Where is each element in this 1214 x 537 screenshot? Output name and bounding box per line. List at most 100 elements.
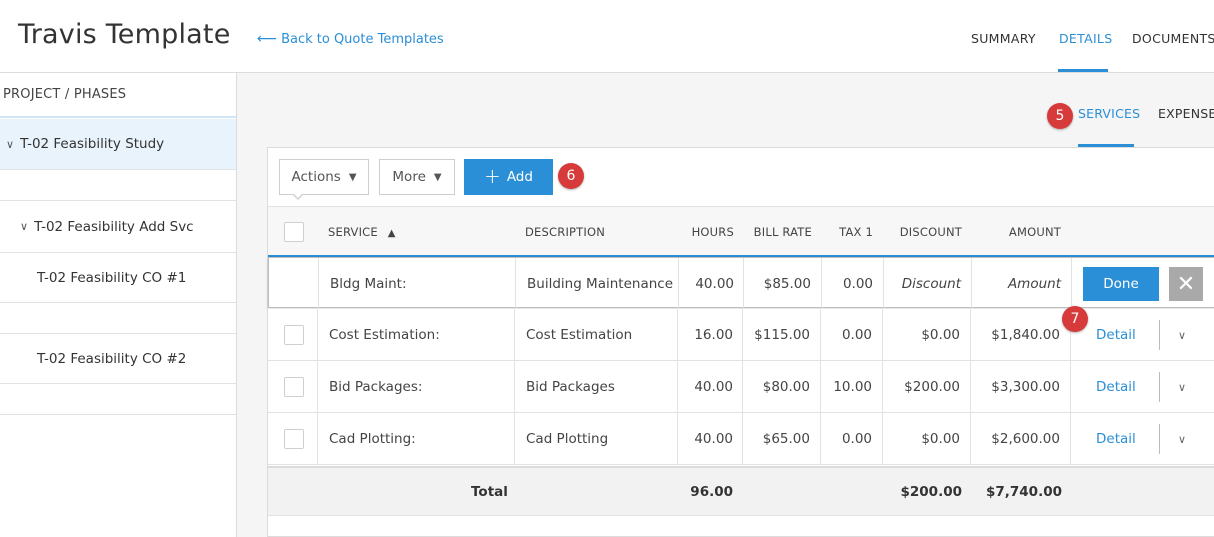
tax1-cell: 10.00 — [833, 379, 872, 395]
tab-summary[interactable]: SUMMARY — [971, 31, 1036, 46]
description-input[interactable]: Building Maintenance — [527, 258, 673, 310]
done-button[interactable]: Done — [1083, 267, 1159, 301]
total-row: Total 96.00 $200.00 $7,740.00 — [268, 466, 1214, 516]
service-cell: Bid Packages: — [329, 379, 423, 395]
cell-divider — [1071, 258, 1072, 310]
phase-item-feasibility-add-svc[interactable]: ∨ T-02 Feasibility Add Svc — [0, 201, 236, 253]
column-header-description: DESCRIPTION — [525, 225, 606, 239]
more-dropdown[interactable]: More ▼ — [379, 159, 455, 195]
cell-divider — [514, 309, 515, 361]
phase-spacer — [0, 303, 236, 334]
discount-cell: $0.00 — [921, 327, 960, 343]
discount-input[interactable]: Discount — [884, 258, 961, 310]
cell-divider — [317, 309, 318, 361]
total-amount: $7,740.00 — [985, 484, 1062, 500]
actions-dropdown[interactable]: Actions ▼ — [279, 159, 369, 195]
cell-divider — [317, 361, 318, 413]
add-label: Add — [506, 169, 533, 185]
description-cell: Cad Plotting — [526, 431, 609, 447]
service-cell: Cad Plotting: — [329, 431, 416, 447]
column-header-amount: AMOUNT — [1008, 225, 1061, 239]
hours-cell: 40.00 — [694, 379, 733, 395]
tab-details[interactable]: DETAILS — [1059, 31, 1112, 46]
tax1-cell: 0.00 — [841, 431, 872, 447]
column-header-bill-rate: BILL RATE — [753, 225, 812, 239]
service-input[interactable]: Bldg Maint: — [330, 258, 407, 310]
bill-rate-cell: $115.00 — [754, 327, 810, 343]
page-header: Travis Template ⟵ Back to Quote Template… — [0, 0, 1214, 73]
chevron-down-icon[interactable]: ∨ — [20, 220, 28, 233]
cell-divider — [1070, 413, 1071, 465]
add-service-button[interactable]: + Add — [464, 159, 553, 195]
page-title: Travis Template — [18, 19, 231, 50]
detail-link[interactable]: Detail — [1096, 361, 1136, 413]
action-separator — [1159, 320, 1160, 350]
more-label: More — [392, 169, 426, 185]
phase-item-feasibility-study[interactable]: ∨ T-02 Feasibility Study — [0, 119, 236, 170]
amount-cell: $3,300.00 — [991, 379, 1060, 395]
close-icon[interactable]: ✕ — [1169, 267, 1203, 301]
chevron-down-icon: ▼ — [433, 171, 442, 183]
active-tab-indicator — [1058, 69, 1108, 72]
column-header-service[interactable]: SERVICE ▲ — [328, 225, 396, 239]
bill-rate-cell: $80.00 — [762, 379, 810, 395]
phase-label: T-02 Feasibility Study — [20, 136, 165, 152]
cell-divider — [515, 258, 516, 310]
phase-spacer — [0, 384, 236, 415]
table-header: SERVICE ▲ DESCRIPTION HOURS BILL RATE TA… — [268, 206, 1214, 257]
action-separator — [1159, 424, 1160, 454]
cell-divider — [1070, 361, 1071, 413]
chevron-down-icon[interactable]: ∨ — [1178, 413, 1186, 465]
phase-label: T-02 Feasibility CO #2 — [37, 350, 187, 367]
discount-cell: $0.00 — [921, 431, 960, 447]
chevron-down-icon[interactable]: ∨ — [1178, 309, 1186, 361]
services-panel: Actions ▼ More ▼ + Add 6 SERVICE ▲ DESCR… — [267, 147, 1214, 537]
amount-input[interactable]: Amount — [972, 258, 1061, 310]
detail-link[interactable]: Detail — [1096, 309, 1136, 361]
amount-cell: $1,840.00 — [991, 327, 1060, 343]
phase-label: T-02 Feasibility CO #1 — [37, 269, 187, 286]
plus-icon: + — [484, 164, 501, 188]
edit-row: Bldg Maint: Building Maintenance 40.00 $… — [268, 257, 1214, 310]
subtab-services[interactable]: SERVICES — [1078, 106, 1140, 121]
tab-documents[interactable]: DOCUMENTS — [1132, 31, 1214, 46]
chevron-down-icon[interactable]: ∨ — [1178, 361, 1186, 413]
column-header-tax1: TAX 1 — [839, 225, 873, 239]
cell-divider — [514, 361, 515, 413]
bill-rate-input[interactable]: $85.00 — [744, 258, 811, 310]
total-discount: $200.00 — [900, 484, 963, 500]
step-badge-7: 7 — [1062, 306, 1088, 332]
main-content: 5 SERVICES EXPENSE Actions ▼ More ▼ + Ad… — [237, 73, 1214, 537]
amount-cell: $2,600.00 — [991, 431, 1060, 447]
select-all-checkbox[interactable] — [284, 222, 304, 242]
row-checkbox[interactable] — [284, 325, 304, 345]
sidebar-header: PROJECT / PHASES — [0, 73, 236, 118]
table-row: Cad Plotting: Cad Plotting 40.00 $65.00 … — [268, 413, 1214, 465]
cell-divider — [318, 258, 319, 310]
phase-item-feasibility-co-1[interactable]: T-02 Feasibility CO #1 — [0, 253, 236, 303]
detail-link[interactable]: Detail — [1096, 413, 1136, 465]
column-header-discount: DISCOUNT — [899, 225, 962, 239]
chevron-down-icon[interactable]: ∨ — [6, 138, 14, 151]
total-hours: 96.00 — [690, 484, 733, 500]
service-cell: Cost Estimation: — [329, 327, 440, 343]
sort-ascending-icon[interactable]: ▲ — [388, 228, 396, 239]
column-header-hours: HOURS — [691, 225, 734, 239]
back-to-quote-templates-link[interactable]: ⟵ Back to Quote Templates — [257, 31, 444, 47]
arrow-left-icon: ⟵ — [257, 31, 278, 47]
cell-divider — [514, 413, 515, 465]
subtab-expense[interactable]: EXPENSE — [1158, 106, 1214, 121]
phase-label: T-02 Feasibility Add Svc — [34, 218, 194, 235]
row-checkbox[interactable] — [284, 429, 304, 449]
row-checkbox[interactable] — [284, 377, 304, 397]
tax1-input[interactable]: 0.00 — [822, 258, 873, 310]
phase-item-feasibility-co-2[interactable]: T-02 Feasibility CO #2 — [0, 334, 236, 384]
dropdown-pointer-inner — [293, 193, 303, 198]
description-cell: Bid Packages — [526, 379, 615, 395]
chevron-down-icon: ▼ — [348, 171, 357, 183]
hours-input[interactable]: 40.00 — [679, 258, 734, 310]
hours-cell: 16.00 — [694, 327, 733, 343]
service-header-label: SERVICE — [328, 225, 378, 239]
phase-spacer — [0, 170, 236, 201]
cell-divider — [317, 413, 318, 465]
